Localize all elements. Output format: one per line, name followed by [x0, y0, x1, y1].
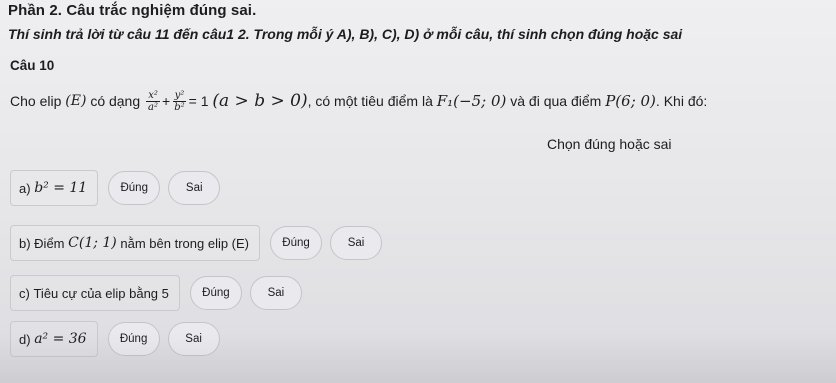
- option-a-true-button[interactable]: Đúng: [108, 171, 161, 205]
- option-c-choices: Đúng Sai: [189, 276, 302, 310]
- focus-point: F₁(−5; 0): [436, 92, 507, 110]
- option-c-row: c) Tiêu cự của elip bằng 5 Đúng Sai: [10, 275, 302, 311]
- fraction-x-denominator: a²: [148, 101, 159, 113]
- option-c-true-button[interactable]: Đúng: [189, 276, 242, 310]
- instruction-text: Thí sinh trả lời từ câu 11 đến câu1 2. T…: [8, 26, 683, 42]
- option-d-row: d) a² = 36 Đúng Sai: [10, 321, 220, 357]
- section-title: Phần 2. Câu trắc nghiệm đúng sai.: [8, 2, 257, 19]
- question-stem: Cho elip (E) có dạng x² a² + y² b² = 1 (…: [10, 84, 707, 118]
- option-b-label: b) Điểm: [19, 235, 65, 251]
- option-c-statement: c) Tiêu cự của elip bằng 5: [10, 275, 180, 311]
- stem-middle-text: , có một tiêu điểm là: [307, 93, 433, 109]
- equals-one: = 1: [188, 93, 209, 109]
- option-b-math: C(1; 1): [68, 235, 117, 251]
- fraction-x: x² a²: [146, 90, 160, 113]
- option-d-statement: d) a² = 36: [10, 321, 98, 357]
- option-b-row: b) Điểm C(1; 1) nằm bên trong elip (E) Đ…: [10, 225, 383, 261]
- condition: (a > b > 0): [212, 91, 308, 111]
- point-p: P(6; 0): [605, 92, 656, 110]
- option-b-choices: Đúng Sai: [270, 226, 383, 260]
- option-d-math: a² = 36: [34, 331, 87, 347]
- fraction-y-denominator: b²: [174, 101, 185, 113]
- fraction-y: y² b²: [172, 89, 187, 113]
- option-a-statement: a) b² = 11: [10, 170, 99, 206]
- ellipse-name: (E): [65, 93, 87, 109]
- option-b-true-button[interactable]: Đúng: [270, 226, 323, 260]
- choose-label: Chọn đúng hoặc sai: [547, 136, 672, 152]
- option-b-statement: b) Điểm C(1; 1) nằm bên trong elip (E): [10, 225, 261, 261]
- option-c-false-button[interactable]: Sai: [249, 276, 302, 310]
- option-a-math: b² = 11: [34, 180, 88, 196]
- stem-suffix: . Khi đó:: [655, 93, 708, 109]
- stem-prefix: Cho elip: [10, 93, 62, 109]
- option-a-label: a): [19, 180, 31, 196]
- stem-passes-text: và đi qua điểm: [510, 93, 602, 109]
- option-d-false-button[interactable]: Sai: [167, 322, 220, 356]
- option-d-true-button[interactable]: Đúng: [107, 322, 160, 356]
- fraction-y-numerator: y²: [172, 89, 187, 102]
- fraction-x-numerator: x²: [146, 89, 160, 102]
- stem-form-text: có dạng: [90, 93, 141, 109]
- option-a-choices: Đúng Sai: [108, 171, 221, 205]
- plus-sign: +: [162, 93, 171, 109]
- option-c-label: c): [19, 285, 30, 301]
- option-b-text: nằm bên trong elip (E): [120, 235, 250, 251]
- option-b-false-button[interactable]: Sai: [330, 226, 383, 260]
- option-a-row: a) b² = 11 Đúng Sai: [10, 170, 221, 206]
- option-a-false-button[interactable]: Sai: [168, 171, 221, 205]
- option-d-label: d): [19, 331, 31, 347]
- option-d-choices: Đúng Sai: [107, 322, 220, 356]
- question-label: Câu 10: [10, 58, 55, 73]
- option-c-text: Tiêu cự của elip bằng 5: [33, 285, 169, 301]
